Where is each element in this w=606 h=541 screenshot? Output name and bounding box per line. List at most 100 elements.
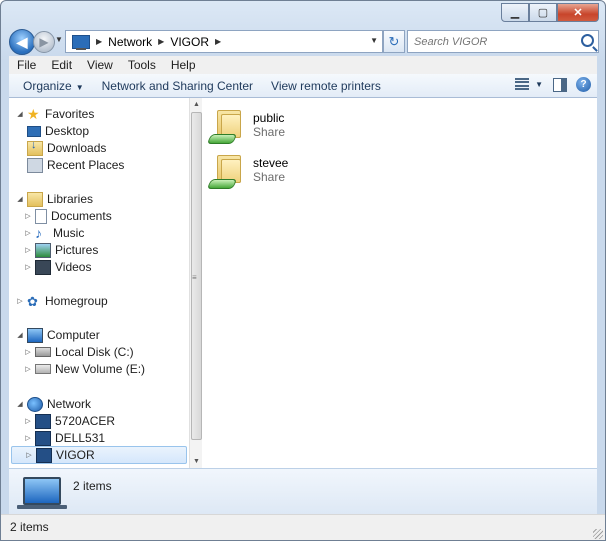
nav-item-pictures[interactable]: ▷ Pictures [23,242,98,258]
change-view-icon[interactable] [515,78,529,90]
nav-scrollbar[interactable]: ▲ ≡ ▼ [189,98,202,468]
downloads-icon [27,139,43,156]
nav-network[interactable]: ◢ Network [15,396,91,412]
scroll-up-icon[interactable]: ▲ [193,101,200,108]
scroll-down-icon[interactable]: ▼ [193,458,200,465]
nav-favorites[interactable]: ◢ ★ Favorites [15,106,94,122]
nav-label: Network [47,397,92,411]
chevron-right-icon[interactable]: ▶ [158,37,164,46]
computer-icon [35,413,51,429]
collapsed-arrow-icon[interactable]: ▷ [23,365,33,373]
item-name: public [253,111,285,125]
computer-icon [35,430,51,446]
nav-computer[interactable]: ◢ Computer [15,327,100,343]
item-type: Share [253,125,286,139]
navigation-pane: ◢★Favorites Desktop Downloads Recent Pla… [9,98,187,468]
list-item[interactable]: public Share [206,106,355,146]
view-remote-printers-button[interactable]: View remote printers [263,79,389,93]
back-button[interactable]: ◀ [9,29,35,55]
caption-buttons: ▁ ▢ ✕ [501,3,599,22]
nav-item-5720acer[interactable]: ▷ 5720ACER [23,413,115,429]
nav-item-videos[interactable]: ▷ Videos [23,259,91,275]
computer-icon [27,327,43,343]
music-icon: ♪ [35,224,42,241]
menu-tools[interactable]: Tools [128,58,156,72]
expand-arrow-icon[interactable]: ◢ [15,110,25,118]
nav-item-downloads[interactable]: Downloads [25,139,106,156]
nav-item-new-volume[interactable]: ▷ New Volume (E:) [23,361,145,377]
nav-item-dell531[interactable]: ▷ DELL531 [23,430,105,446]
search-box[interactable] [407,30,599,53]
nav-label: 5720ACER [55,414,116,428]
item-name: stevee [253,156,289,170]
collapsed-arrow-icon[interactable]: ▷ [15,297,25,305]
nav-label: Recent Places [47,158,125,172]
address-dropdown[interactable]: ▼ [370,36,378,45]
preview-pane-icon[interactable] [553,78,567,92]
nav-label: DELL531 [55,431,106,445]
expand-arrow-icon[interactable]: ◢ [15,400,25,408]
documents-icon [35,208,47,224]
collapsed-arrow-icon[interactable]: ▷ [23,229,33,237]
help-icon[interactable]: ? [576,77,591,92]
collapsed-arrow-icon[interactable]: ▷ [23,246,33,254]
nav-label: Favorites [45,107,95,121]
nav-libraries[interactable]: ◢ Libraries [15,191,93,207]
videos-icon [35,259,51,275]
computer-icon [36,447,52,463]
hard-disk-icon [35,347,51,357]
collapsed-arrow-icon[interactable]: ▷ [23,212,33,220]
nav-item-documents[interactable]: ▷ Documents [23,208,112,224]
search-icon[interactable] [581,34,594,47]
homegroup-icon: ✿ [27,293,38,309]
nav-homegroup[interactable]: ▷ ✿ Homegroup [15,293,108,309]
nav-label: Local Disk (C:) [55,345,134,359]
nav-label: Homegroup [45,294,108,308]
recent-pages-dropdown[interactable]: ▼ [55,35,63,44]
minimize-button[interactable]: ▁ [501,3,529,22]
breadcrumb-network[interactable]: Network [108,35,152,49]
organize-button[interactable]: Organize ▼ [15,79,92,93]
nav-label: Libraries [47,192,94,206]
expand-arrow-icon[interactable]: ◢ [15,331,25,339]
collapsed-arrow-icon[interactable]: ▷ [23,434,33,442]
item-type: Share [253,170,286,184]
nav-item-desktop[interactable]: Desktop [25,123,89,139]
breadcrumb-vigor[interactable]: VIGOR [170,35,209,49]
menu-edit[interactable]: Edit [51,58,72,72]
menu-view[interactable]: View [87,58,113,72]
nav-label: Videos [55,260,92,274]
collapsed-arrow-icon[interactable]: ▷ [24,451,34,459]
file-list: public Share stevee Share [203,98,597,468]
details-pane: 2 items [9,468,597,515]
network-sharing-center-button[interactable]: Network and Sharing Center [94,79,261,93]
nav-item-local-disk[interactable]: ▷ Local Disk (C:) [23,344,134,360]
chevron-right-icon[interactable]: ▶ [96,37,102,46]
address-bar[interactable]: ▶ Network ▶ VIGOR ▶ ▼ [65,30,383,53]
menu-help[interactable]: Help [171,58,196,72]
refresh-button[interactable]: ↻ [383,30,405,53]
expand-arrow-icon[interactable]: ◢ [15,195,25,203]
command-bar: Organize ▼ Network and Sharing Center Vie… [9,74,597,98]
view-options-dropdown[interactable]: ▼ [535,80,543,89]
collapsed-arrow-icon[interactable]: ▷ [23,417,33,425]
search-input[interactable] [412,34,576,49]
resize-grip-icon[interactable] [593,529,603,539]
status-text: 2 items [10,520,49,534]
collapsed-arrow-icon[interactable]: ▷ [23,263,33,271]
nav-item-music[interactable]: ▷ ♪ Music [23,225,84,241]
drive-icon [35,364,51,374]
collapsed-arrow-icon[interactable]: ▷ [23,348,33,356]
shared-folder-icon [206,108,241,144]
address-row: ◀ ▶ ▼ ▶ Network ▶ VIGOR ▶ ▼ ↻ [9,29,599,55]
chevron-right-icon[interactable]: ▶ [215,37,221,46]
close-button[interactable]: ✕ [557,3,599,22]
menu-file[interactable]: File [17,58,36,72]
maximize-button[interactable]: ▢ [529,3,557,22]
nav-item-vigor[interactable]: ▷ VIGOR [11,446,187,464]
list-item[interactable]: stevee Share [206,151,355,191]
forward-button[interactable]: ▶ [33,31,55,53]
chevron-down-icon: ▼ [75,82,84,92]
nav-item-recent-places[interactable]: Recent Places [25,157,124,173]
shared-folder-icon [206,153,241,189]
